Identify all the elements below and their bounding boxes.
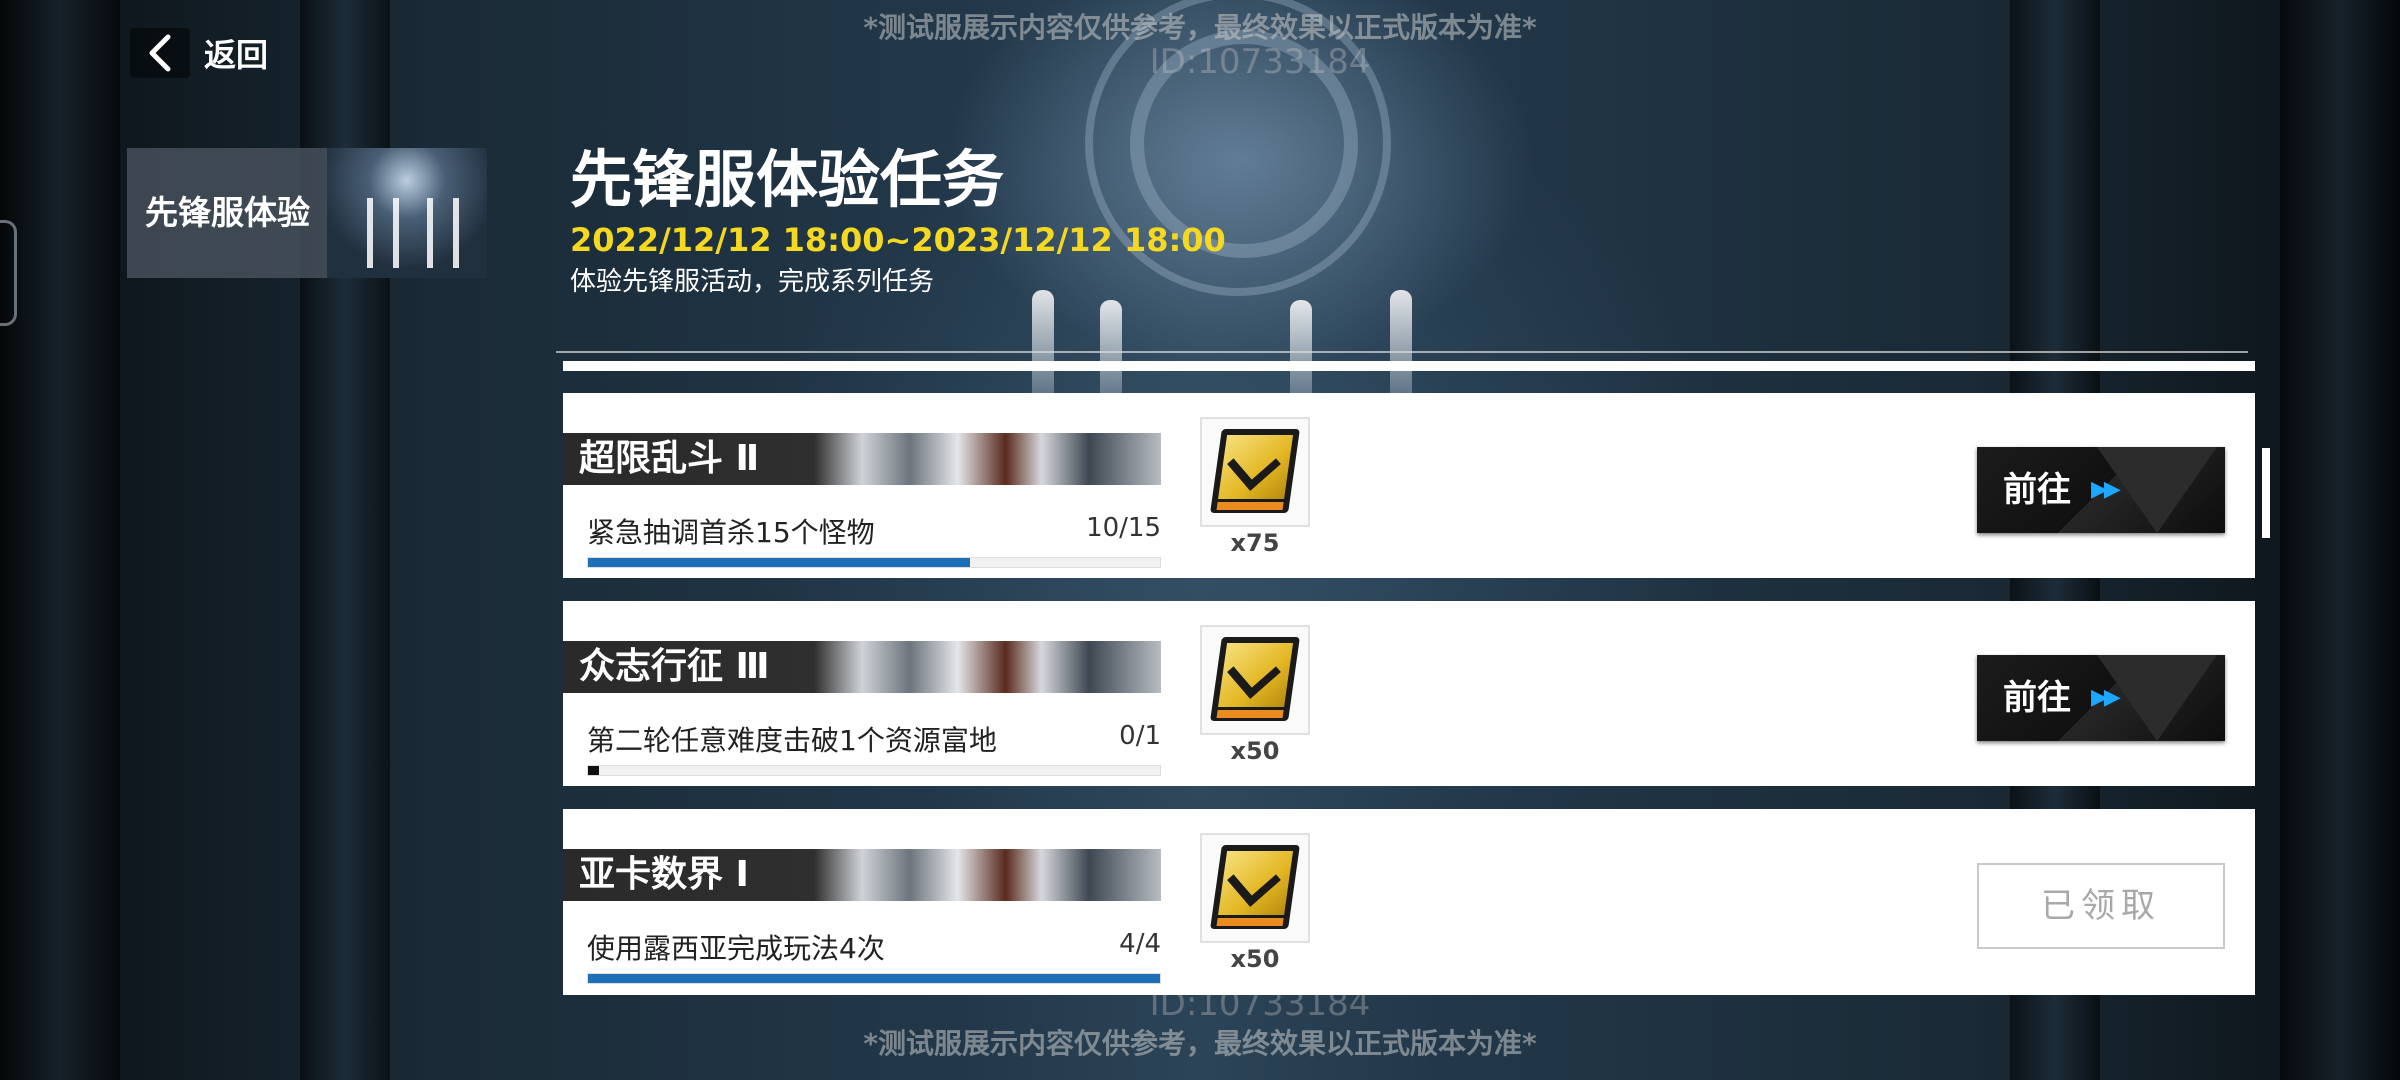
pillar-right: [2280, 0, 2400, 1080]
claimed-status-button: 已领取: [1977, 863, 2225, 949]
reward-count: x50: [1230, 737, 1280, 765]
event-description: 体验先锋服活动，完成系列任务: [570, 267, 935, 297]
go-button[interactable]: 前往 ▶▶: [1977, 655, 2225, 741]
tab-thumbnail: [327, 148, 487, 278]
task-progress-bar: [587, 973, 1161, 984]
sidebar-tab-label: 先锋服体验: [145, 193, 310, 232]
task-progress-text: 4/4: [1119, 929, 1161, 959]
back-button[interactable]: 返回: [130, 28, 268, 78]
reward-count: x50: [1230, 945, 1280, 973]
task-progress-fill: [588, 766, 600, 775]
task-progress-fill: [588, 974, 1160, 983]
scrollbar[interactable]: [2262, 448, 2270, 538]
sidebar-tab-vanguard[interactable]: 先锋服体验: [127, 148, 487, 278]
reward-card-icon: [1210, 845, 1300, 929]
task-progress-fill: [588, 558, 970, 567]
task-title: 亚卡数界 Ⅰ: [579, 854, 749, 895]
task-banner: 超限乱斗 Ⅱ: [563, 433, 1161, 485]
reward-card-icon: [1210, 429, 1300, 513]
double-arrow-icon: ▶▶: [2091, 477, 2121, 502]
side-drawer-handle[interactable]: [0, 220, 17, 326]
reward-card-icon: [1210, 637, 1300, 721]
back-label: 返回: [204, 36, 269, 74]
event-dates: 2022/12/12 18:00~2023/12/12 18:00: [570, 221, 1226, 259]
task-requirement: 第二轮任意难度击破1个资源富地: [587, 724, 997, 757]
task-row: 众志行征 Ⅲ 第二轮任意难度击破1个资源富地 0/1 x50 前往 ▶▶: [563, 601, 2255, 786]
task-requirement: 使用露西亚完成玩法4次: [587, 932, 885, 965]
pillar-left: [0, 0, 120, 1080]
event-header: 先锋服体验任务 2022/12/12 18:00~2023/12/12 18:0…: [570, 142, 1226, 302]
task-title: 超限乱斗 Ⅱ: [579, 438, 760, 479]
task-progress-bar: [587, 557, 1161, 568]
reward-item[interactable]: [1200, 625, 1310, 735]
double-arrow-icon: ▶▶: [2091, 685, 2121, 710]
task-progress-bar: [587, 765, 1161, 776]
task-progress-text: 0/1: [1119, 721, 1161, 751]
task-requirement: 紧急抽调首杀15个怪物: [587, 516, 875, 549]
watermark-id-top: ID:10733184: [1149, 42, 1371, 82]
chevron-left-icon: [130, 28, 190, 78]
task-banner: 亚卡数界 Ⅰ: [563, 849, 1161, 901]
task-banner: 众志行征 Ⅲ: [563, 641, 1161, 693]
task-progress-text: 10/15: [1086, 513, 1161, 543]
go-button-label: 前往: [2003, 678, 2071, 718]
light-bar: [1390, 290, 1412, 410]
reward-item[interactable]: [1200, 417, 1310, 527]
header-divider: [556, 351, 2248, 353]
test-server-notice-top: *测试服展示内容仅供参考，最终效果以正式版本为准*: [863, 11, 1537, 44]
light-bar: [1032, 290, 1054, 410]
task-row: 超限乱斗 Ⅱ 紧急抽调首杀15个怪物 10/15 x75 前往 ▶▶: [563, 393, 2255, 578]
test-server-notice-bottom: *测试服展示内容仅供参考，最终效果以正式版本为准*: [863, 1027, 1537, 1060]
reward-count: x75: [1230, 529, 1280, 557]
task-title: 众志行征 Ⅲ: [579, 646, 770, 687]
go-button[interactable]: 前往 ▶▶: [1977, 447, 2225, 533]
go-button-label: 前往: [2003, 470, 2071, 510]
list-top-strip: [563, 361, 2255, 371]
page-title: 先锋服体验任务: [570, 143, 1005, 216]
reward-item[interactable]: [1200, 833, 1310, 943]
task-row: 亚卡数界 Ⅰ 使用露西亚完成玩法4次 4/4 x50 已领取: [563, 809, 2255, 995]
